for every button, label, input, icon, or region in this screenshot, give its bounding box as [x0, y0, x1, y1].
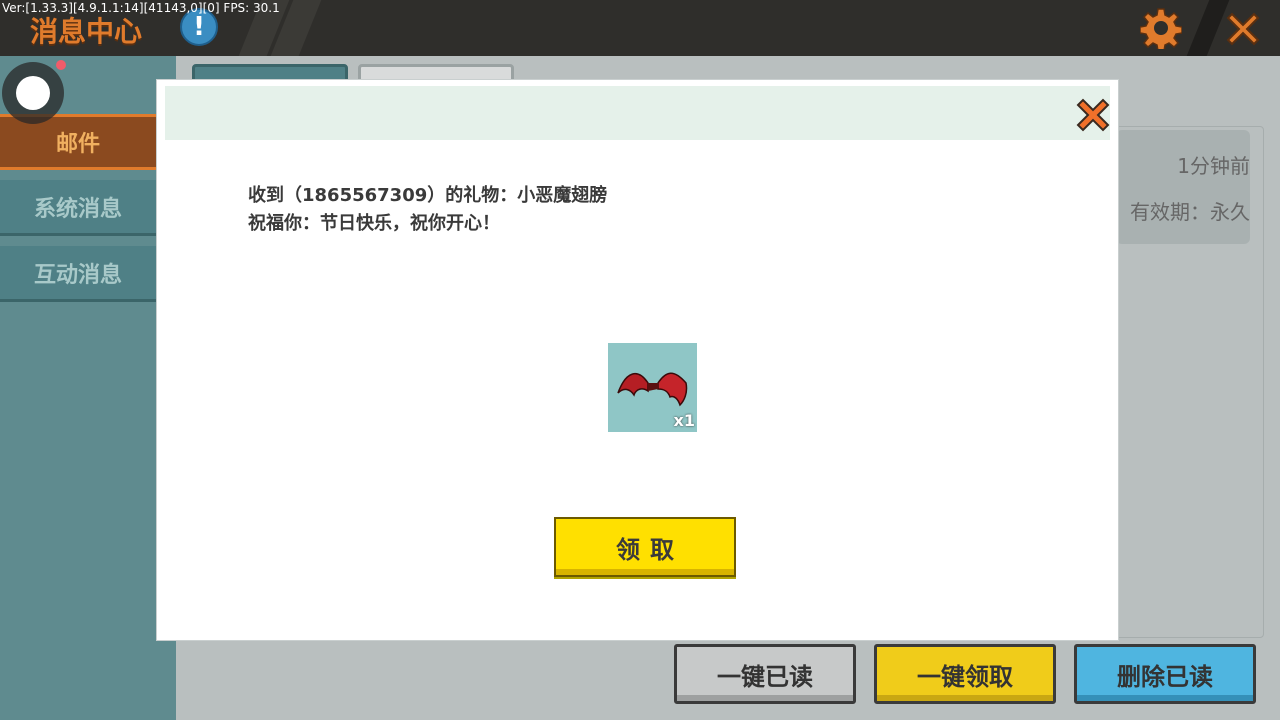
dialog-message: 收到（1865567309）的礼物：小恶魔翅膀 祝福你：节日快乐，祝你开心！: [248, 182, 607, 238]
gift-mail-dialog: 收到（1865567309）的礼物：小恶魔翅膀 祝福你：节日快乐，祝你开心！ x…: [157, 80, 1118, 640]
gift-item-slot[interactable]: x1: [608, 343, 697, 432]
close-icon[interactable]: [1073, 95, 1113, 135]
mail-time: 1分钟前: [1177, 154, 1250, 178]
message-line-1: 收到（1865567309）的礼物：小恶魔翅膀: [248, 185, 608, 206]
top-bar: 消息中心 ! Ver:[1.33.3][4.9.1.1:14][41143,0]…: [0, 0, 1280, 58]
debug-version-text: Ver:[1.33.3][4.9.1.1:14][41143,0][0] FPS…: [2, 1, 280, 15]
sidebar-item-interaction-messages[interactable]: 互动消息: [0, 246, 156, 302]
close-icon[interactable]: [1222, 8, 1264, 50]
page-title: 消息中心: [30, 15, 143, 48]
claim-button[interactable]: 领取: [554, 517, 736, 577]
gear-icon[interactable]: [1140, 7, 1182, 49]
mark-all-read-button[interactable]: 一键已读: [674, 644, 856, 704]
mail-list-item[interactable]: [1116, 130, 1250, 244]
sidebar: 邮件 系统消息 互动消息: [0, 56, 176, 720]
notification-badge: [56, 60, 66, 70]
dialog-header: [165, 86, 1110, 140]
message-line-2: 祝福你：节日快乐，祝你开心！: [248, 213, 500, 234]
sidebar-item-system-messages[interactable]: 系统消息: [0, 180, 156, 236]
item-count: x1: [673, 411, 695, 430]
assist-dot-icon: [16, 76, 50, 110]
floating-assist-button[interactable]: [2, 60, 66, 124]
mail-expiry: 有效期：永久: [1130, 200, 1250, 224]
claim-all-button[interactable]: 一键领取: [874, 644, 1056, 704]
delete-read-button[interactable]: 删除已读: [1074, 644, 1256, 704]
